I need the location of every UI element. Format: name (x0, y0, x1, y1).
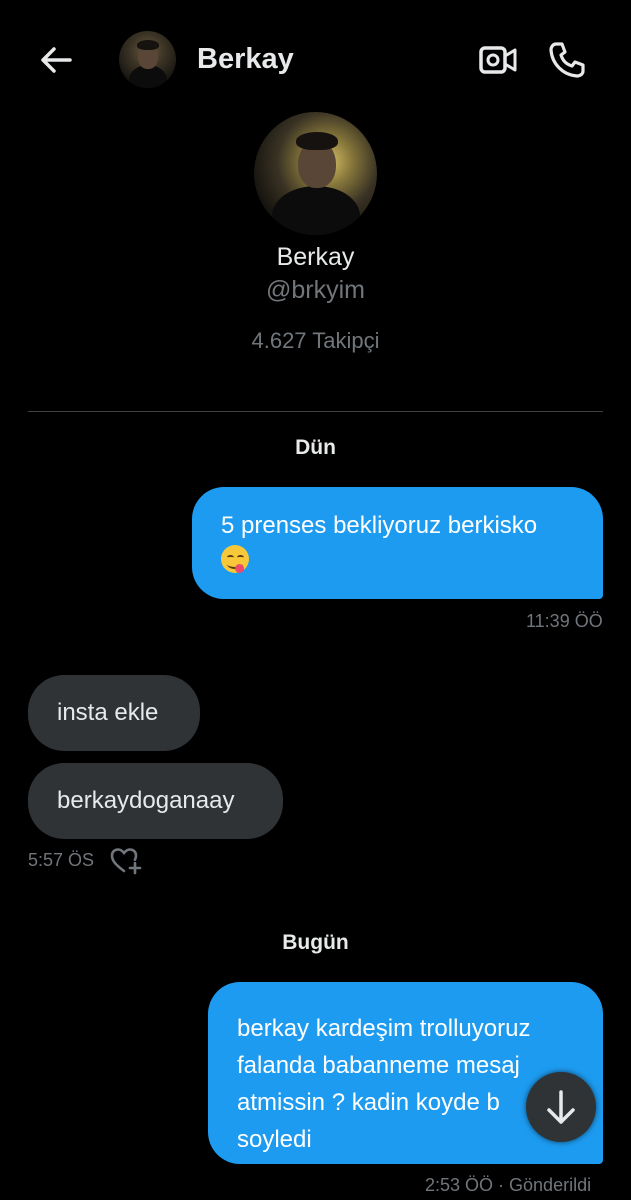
message-text: insta ekle (57, 699, 159, 726)
message-timestamp: 2:53 ÖÖ · Gönderildi (425, 1175, 592, 1195)
day-separator: Bugün (282, 931, 349, 954)
heart-plus-icon (110, 848, 142, 875)
message-timestamp: 5:57 ÖS (28, 850, 95, 870)
voice-call-button[interactable] (547, 40, 587, 80)
header-avatar[interactable] (119, 31, 176, 88)
yum-face-emoji (221, 544, 249, 573)
message-bubble-outgoing[interactable]: 5 prenses bekliyoruz berkisko (192, 487, 603, 599)
video-call-button[interactable] (478, 42, 518, 78)
back-button[interactable] (36, 40, 76, 80)
message-text: 5 prenses bekliyoruz berkisko (221, 512, 538, 539)
profile-handle: @brkyim (266, 276, 365, 304)
phone-icon (549, 42, 585, 78)
video-camera-icon (479, 46, 517, 74)
arrow-left-icon (41, 47, 72, 73)
arrow-down-icon (547, 1090, 575, 1124)
react-button[interactable] (110, 845, 142, 877)
profile-name[interactable]: Berkay (0, 243, 631, 272)
day-separator: Dün (295, 436, 336, 459)
divider (28, 411, 603, 412)
message-timestamp: 11:39 ÖÖ (526, 611, 603, 631)
message-text: berkaydoganaay (57, 787, 235, 814)
profile-followers[interactable]: 4.627 Takipçi (0, 328, 631, 354)
message-bubble-incoming[interactable]: berkaydoganaay (28, 763, 283, 839)
message-text-line: berkay kardeşim trolluyoruz (237, 1015, 531, 1042)
profile-avatar[interactable] (254, 112, 377, 235)
message-bubble-incoming[interactable]: insta ekle (28, 675, 200, 751)
top-bar: Berkay (0, 0, 631, 120)
header-name[interactable]: Berkay (197, 43, 294, 76)
scroll-to-bottom-button[interactable] (526, 1072, 596, 1142)
